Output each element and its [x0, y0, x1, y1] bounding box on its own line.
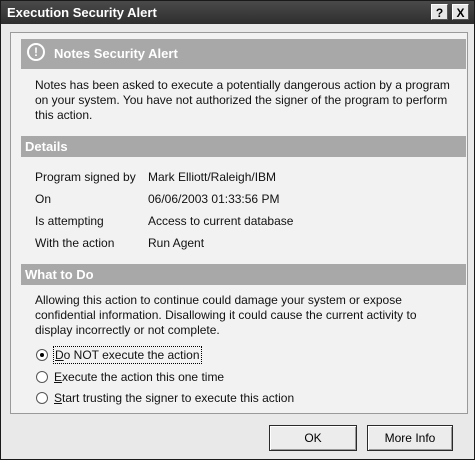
details-row-attempting: Is attempting Access to current database: [35, 213, 455, 229]
details-value: Run Agent: [148, 236, 205, 250]
details-label: On: [35, 192, 52, 206]
details-row-signed-by: Program signed by Mark Elliott/Raleigh/I…: [35, 169, 455, 185]
radio-button[interactable]: [36, 392, 48, 404]
details-row-on: On 06/06/2003 01:33:56 PM: [35, 191, 455, 207]
what-to-do-section-title: What to Do: [25, 267, 94, 282]
alert-section-header: ! Notes Security Alert: [21, 39, 466, 69]
details-section-title: Details: [25, 139, 68, 154]
radio-button-selected[interactable]: [36, 349, 48, 361]
details-value: Mark Elliott/Raleigh/IBM: [148, 170, 277, 184]
more-info-button[interactable]: More Info: [367, 425, 453, 451]
radio-button[interactable]: [36, 371, 48, 383]
option-label[interactable]: Do NOT execute the action: [53, 346, 202, 364]
ok-button[interactable]: OK: [269, 425, 357, 451]
details-section-header: Details: [21, 136, 466, 157]
details-label: Program signed by: [35, 170, 136, 184]
what-to-do-message: Allowing this action to continue could d…: [35, 293, 417, 337]
details-value: Access to current database: [148, 214, 294, 228]
title-bar[interactable]: Execution Security Alert ? X: [1, 1, 474, 24]
help-button[interactable]: ?: [431, 4, 448, 20]
details-row-action: With the action Run Agent: [35, 235, 455, 251]
details-label: With the action: [35, 236, 115, 250]
alert-message: Notes has been asked to execute a potent…: [35, 78, 450, 122]
alert-section-title: Notes Security Alert: [54, 46, 178, 61]
details-label: Is attempting: [35, 214, 104, 228]
details-value: 06/06/2003 01:33:56 PM: [148, 192, 280, 206]
option-label[interactable]: Start trusting the signer to execute thi…: [54, 390, 294, 406]
window-title: Execution Security Alert: [7, 5, 157, 20]
what-to-do-section-header: What to Do: [21, 264, 466, 285]
exclamation-circle-icon: !: [27, 43, 45, 61]
dialog-content: ! Notes Security Alert Notes has been as…: [10, 32, 468, 414]
option-label[interactable]: Execute the action this one time: [54, 369, 224, 385]
close-button[interactable]: X: [452, 4, 469, 20]
security-alert-dialog: Execution Security Alert ? X ! Notes Sec…: [0, 0, 475, 460]
